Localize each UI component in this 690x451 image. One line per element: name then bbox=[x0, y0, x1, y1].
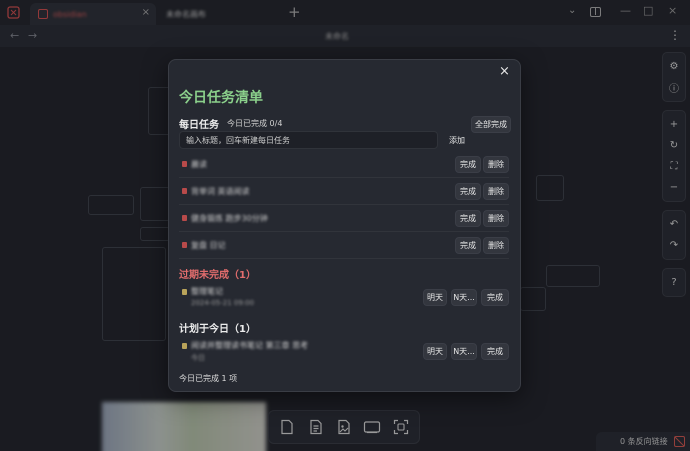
tomorrow-button[interactable]: 明天 bbox=[423, 343, 447, 360]
new-task-input[interactable] bbox=[179, 131, 438, 149]
daily-task-row: 晨读 完成 删除 bbox=[179, 151, 509, 178]
task-done-button[interactable]: 完成 bbox=[455, 183, 481, 200]
task-done-button[interactable]: 完成 bbox=[455, 237, 481, 254]
task-due-date: 2024-05-21 09:00 bbox=[191, 299, 255, 307]
close-icon[interactable]: × bbox=[499, 64, 510, 79]
overdue-section-header: 过期未完成（1） bbox=[179, 266, 256, 281]
task-delete-button[interactable]: 删除 bbox=[483, 156, 509, 173]
task-color-dot bbox=[182, 289, 187, 295]
task-color-dot bbox=[182, 343, 187, 349]
task-done-button[interactable]: 完成 bbox=[481, 343, 509, 360]
daily-task-row: 复盘 日记 完成 删除 bbox=[179, 232, 509, 259]
daily-progress: 今日已完成 0/4 bbox=[227, 119, 283, 128]
n-days-button[interactable]: N天... bbox=[451, 343, 477, 360]
task-list-modal: × 今日任务清单 每日任务 今日已完成 0/4 全部完成 添加 晨读 完成 删除… bbox=[168, 59, 521, 392]
daily-section-header: 每日任务 今日已完成 0/4 bbox=[179, 116, 282, 131]
planned-section-header: 计划于今日（1） bbox=[179, 320, 256, 335]
task-delete-button[interactable]: 删除 bbox=[483, 237, 509, 254]
task-due-date: 今日 bbox=[191, 354, 205, 362]
task-title: 整理笔记 bbox=[191, 287, 223, 296]
task-color-dot bbox=[182, 215, 187, 221]
add-task-button[interactable]: 添加 bbox=[443, 132, 471, 149]
task-color-dot bbox=[182, 242, 187, 248]
task-title: 晨读 bbox=[191, 160, 207, 169]
overdue-task-row: 整理笔记 2024-05-21 09:00 明天 N天... 完成 bbox=[179, 282, 509, 314]
task-title: 复盘 日记 bbox=[191, 241, 226, 250]
planned-section-title: 计划于今日（1） bbox=[179, 324, 256, 335]
task-done-button[interactable]: 完成 bbox=[481, 289, 509, 306]
task-title: 健身锻炼 跑步30分钟 bbox=[191, 214, 268, 223]
n-days-button[interactable]: N天... bbox=[451, 289, 477, 306]
task-done-button[interactable]: 完成 bbox=[455, 210, 481, 227]
task-color-dot bbox=[182, 161, 187, 167]
complete-all-button[interactable]: 全部完成 bbox=[471, 116, 511, 133]
task-delete-button[interactable]: 删除 bbox=[483, 210, 509, 227]
task-color-dot bbox=[182, 188, 187, 194]
daily-task-row: 健身锻炼 跑步30分钟 完成 删除 bbox=[179, 205, 509, 232]
daily-section-title: 每日任务 bbox=[179, 120, 219, 131]
daily-task-row: 背单词 英语阅读 完成 删除 bbox=[179, 178, 509, 205]
task-delete-button[interactable]: 删除 bbox=[483, 183, 509, 200]
modal-title: 今日任务清单 bbox=[179, 90, 263, 106]
overdue-section-title: 过期未完成（1） bbox=[179, 270, 256, 281]
task-title: 背单词 英语阅读 bbox=[191, 187, 250, 196]
task-done-button[interactable]: 完成 bbox=[455, 156, 481, 173]
task-title: 阅读并整理读书笔记 第三章 思考 bbox=[191, 341, 309, 350]
tomorrow-button[interactable]: 明天 bbox=[423, 289, 447, 306]
completed-summary: 今日已完成 1 项 bbox=[179, 374, 238, 383]
planned-task-row: 阅读并整理读书笔记 第三章 思考 今日 明天 N天... 完成 bbox=[179, 336, 509, 368]
